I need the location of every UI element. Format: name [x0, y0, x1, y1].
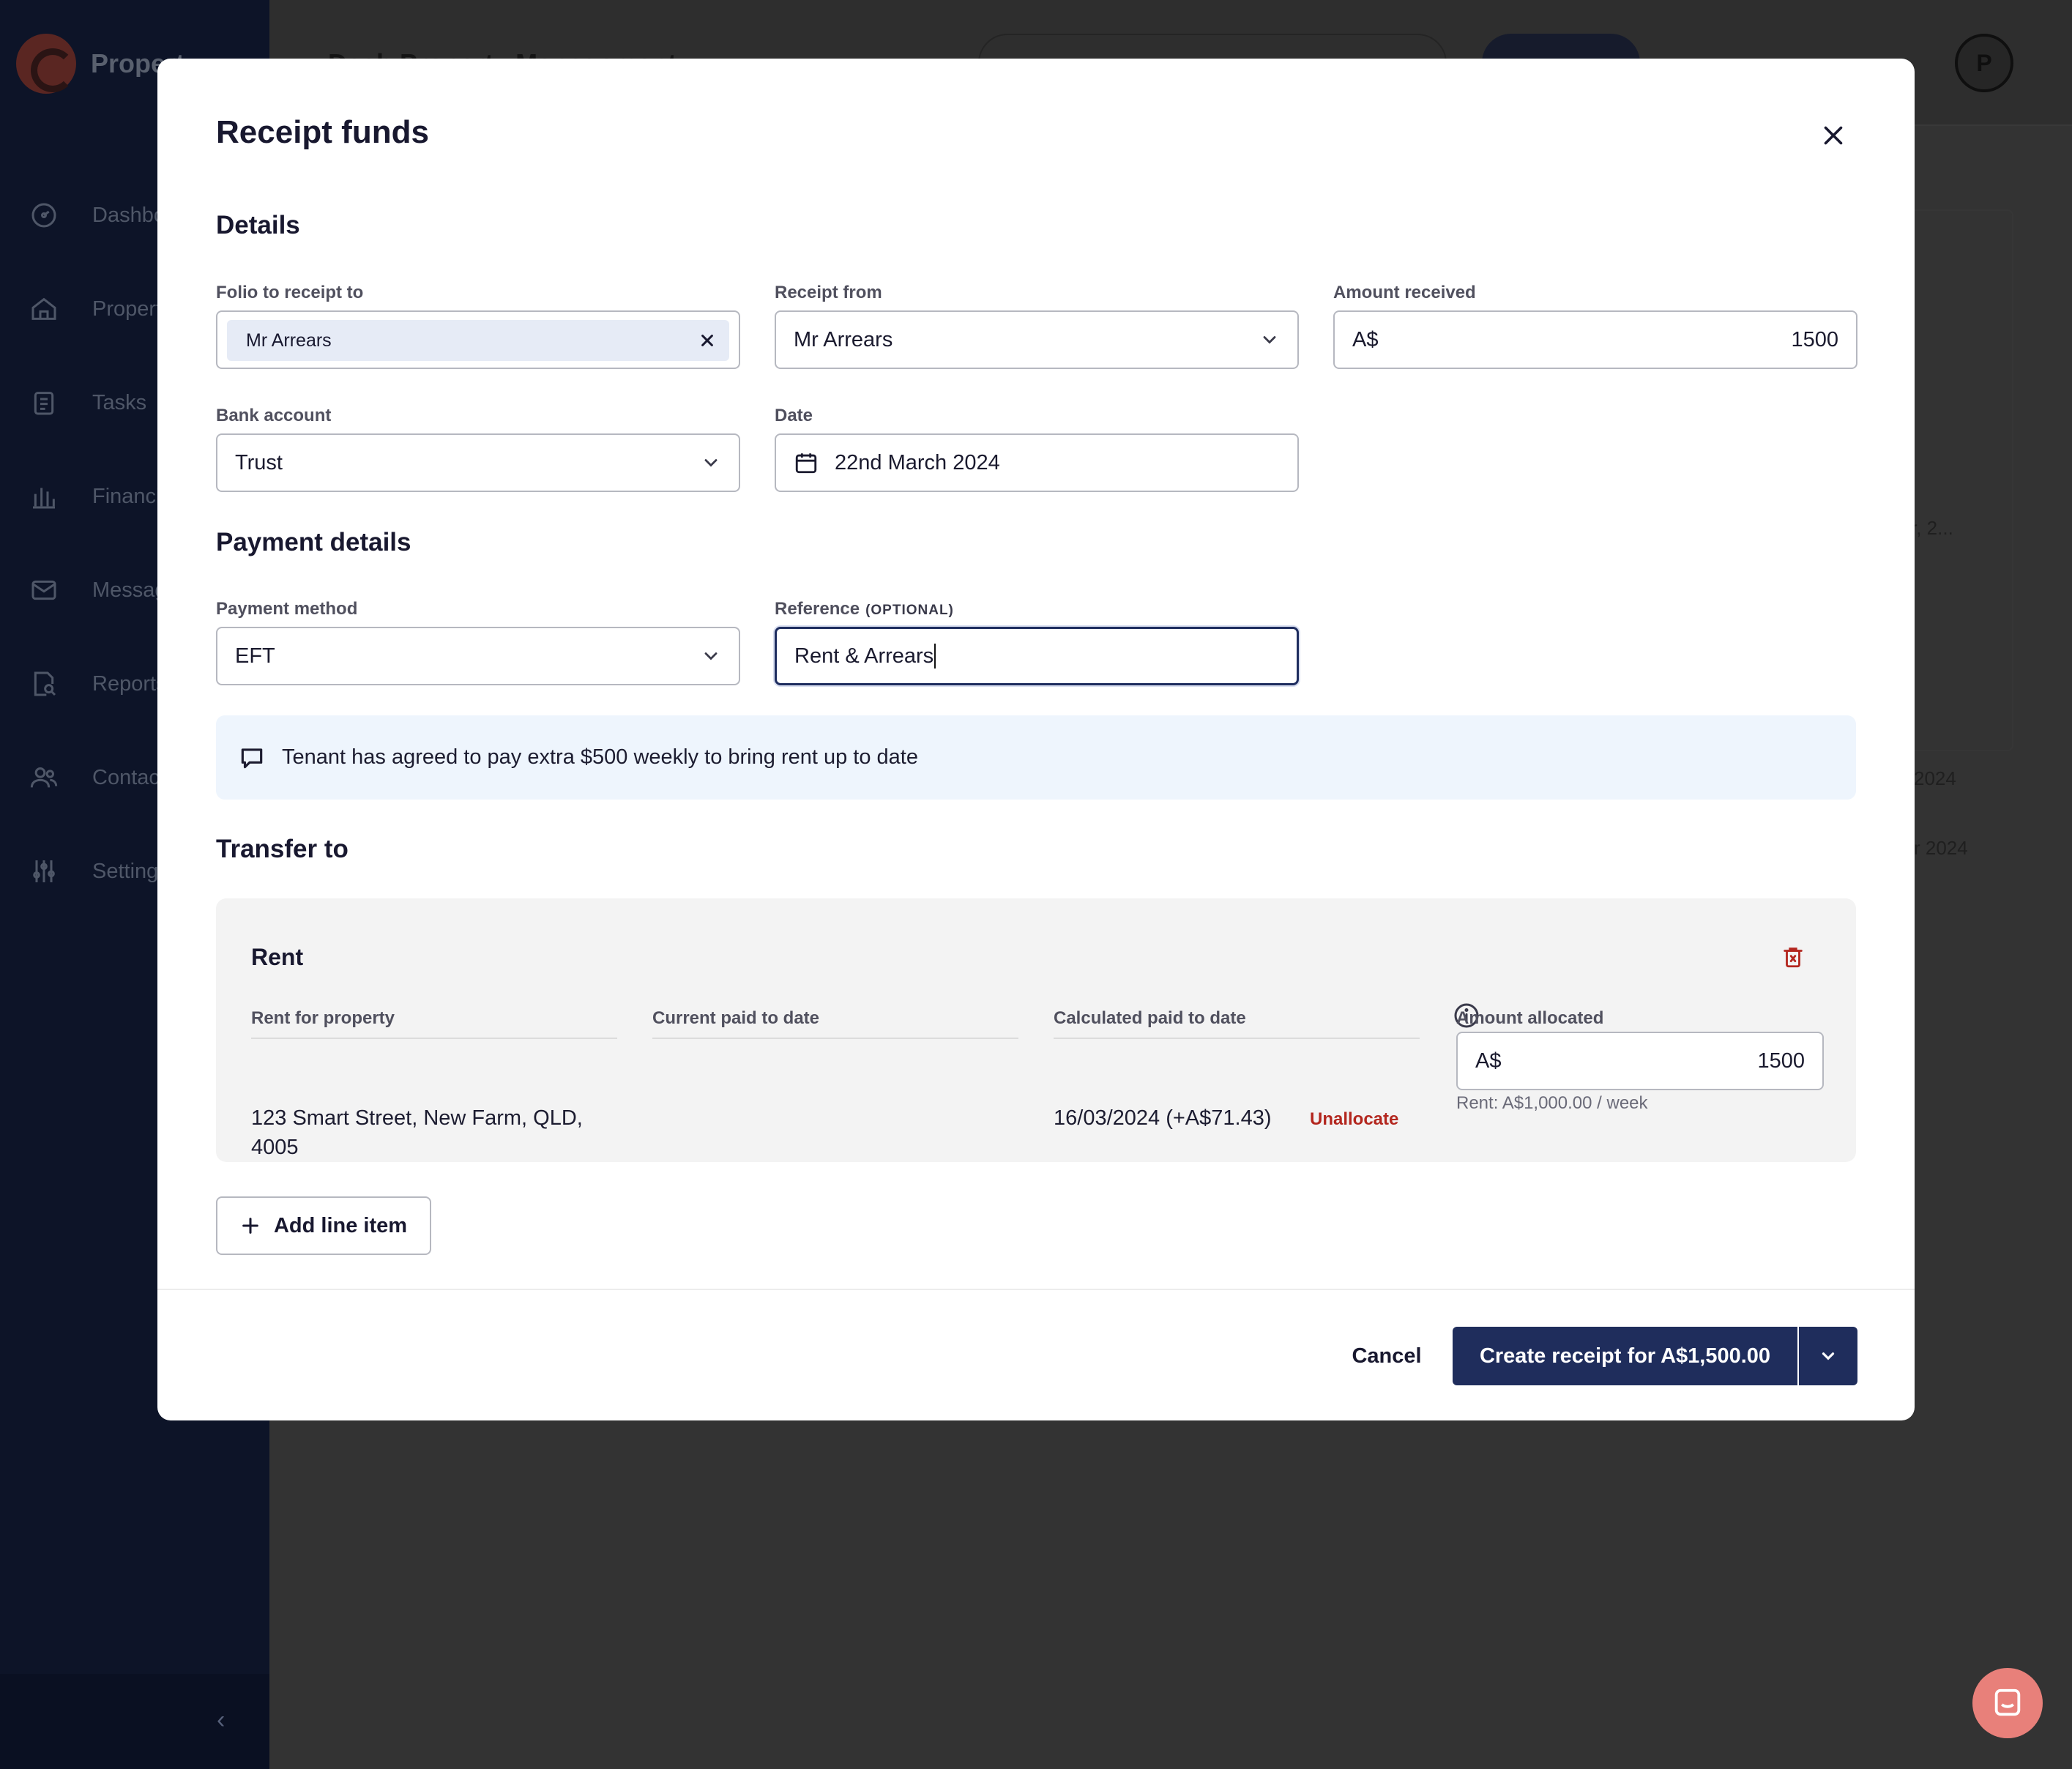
close-button[interactable]	[1815, 117, 1852, 154]
date-picker[interactable]: 22nd March 2024	[775, 433, 1299, 492]
col-calculated-paid: Calculated paid to date	[1054, 1008, 1420, 1039]
line-item-title: Rent	[251, 944, 304, 970]
bank-icon	[33, 488, 55, 509]
receipt-from-label: Receipt from	[775, 283, 882, 302]
rent-helper-text: Rent: A$1,000.00 / week	[1456, 1093, 1648, 1113]
note-text: Tenant has agreed to pay extra $500 week…	[282, 745, 918, 769]
modal-title: Receipt funds	[216, 114, 429, 150]
property-address: 123 Smart Street, New Farm, QLD, 4005	[251, 1106, 583, 1159]
currency-prefix: A$	[1352, 327, 1379, 351]
logo-icon	[16, 34, 76, 94]
payment-method-value: EFT	[235, 644, 275, 668]
bank-account-value: Trust	[235, 450, 283, 474]
currency-prefix: A$	[1475, 1049, 1502, 1073]
avatar[interactable]: P	[1955, 34, 2013, 92]
plus-icon	[242, 1218, 258, 1234]
clipboard-icon	[34, 392, 54, 415]
sliders-icon	[33, 860, 55, 882]
calendar-icon	[795, 453, 817, 474]
amount-allocated-input[interactable]: A$ 1500	[1456, 1032, 1824, 1090]
remove-folio-button[interactable]	[696, 329, 719, 352]
bank-account-label: Bank account	[216, 406, 332, 425]
amount-allocated-value: 1500	[1757, 1049, 1805, 1073]
reference-input[interactable]: Rent & Arrears	[775, 627, 1299, 685]
folio-select[interactable]: Mr Arrears	[216, 310, 740, 369]
create-receipt-button[interactable]: Create receipt for A$1,500.00	[1453, 1327, 1797, 1385]
amount-received-value: 1500	[1791, 327, 1838, 351]
sidebar-item-label: Tasks	[92, 390, 147, 414]
amount-received-label: Amount received	[1333, 283, 1476, 302]
tenant-note: Tenant has agreed to pay extra $500 week…	[216, 715, 1856, 800]
calculated-paid-value: 16/03/2024 (+A$71.43)	[1054, 1106, 1272, 1130]
sidebar-footer	[0, 1674, 269, 1769]
amount-received-input[interactable]: A$ 1500	[1333, 310, 1857, 369]
payment-method-select[interactable]: EFT	[216, 627, 740, 685]
col-rent-for-property: Rent for property	[251, 1008, 617, 1039]
sidebar-item-label: Reports	[92, 671, 167, 696]
delete-line-item-button[interactable]	[1778, 942, 1808, 972]
payment-details-title: Payment details	[216, 528, 411, 556]
chevron-down-icon	[704, 459, 718, 467]
comment-icon	[241, 748, 263, 768]
background-text: r 2024	[1914, 837, 1968, 859]
reference-label: Reference (OPTIONAL)	[775, 599, 954, 619]
date-label: Date	[775, 406, 813, 425]
col-current-paid: Current paid to date	[652, 1008, 1018, 1039]
date-value: 22nd March 2024	[835, 450, 1000, 474]
people-icon	[30, 767, 58, 788]
close-icon	[701, 335, 713, 346]
folio-label: Folio to receipt to	[216, 283, 364, 302]
dashboard-icon	[31, 203, 56, 228]
mail-icon	[31, 580, 56, 600]
trash-icon	[1784, 947, 1803, 968]
add-line-item-label: Add line item	[273, 1213, 408, 1237]
optional-tag: (OPTIONAL)	[865, 603, 954, 618]
create-receipt-options-button[interactable]	[1799, 1327, 1857, 1385]
report-search-icon	[34, 671, 56, 696]
footer-divider	[157, 1289, 1915, 1290]
chevron-left-icon[interactable]: ‹	[217, 1706, 225, 1735]
background-text: r, 2...	[1911, 517, 1953, 539]
receipt-from-select[interactable]: Mr Arrears	[775, 310, 1299, 369]
details-section-title: Details	[216, 211, 300, 239]
payment-method-label: Payment method	[216, 599, 358, 619]
chevron-down-icon	[1822, 1352, 1835, 1360]
chat-icon	[1994, 1688, 2021, 1716]
chevron-down-icon	[1263, 336, 1276, 344]
reference-label-text: Reference	[775, 599, 860, 619]
home-icon	[31, 297, 56, 320]
bank-account-select[interactable]: Trust	[216, 433, 740, 492]
folio-chip-label: Mr Arrears	[246, 329, 332, 351]
background-text: 2024	[1914, 767, 1956, 789]
add-line-item-button[interactable]: Add line item	[216, 1196, 431, 1255]
transfer-to-title: Transfer to	[216, 835, 349, 863]
folio-chip: Mr Arrears	[227, 320, 729, 361]
reference-value: Rent & Arrears	[794, 644, 934, 668]
text-cursor	[934, 644, 936, 669]
receipt-from-value: Mr Arrears	[794, 327, 893, 351]
close-icon	[1824, 126, 1843, 145]
receipt-funds-modal: Receipt funds Details Folio to receipt t…	[157, 59, 1915, 1420]
chat-launcher-button[interactable]	[1972, 1668, 2043, 1738]
rent-line-item: Rent Rent for property Current paid to d…	[216, 898, 1856, 1162]
chevron-down-icon	[704, 652, 718, 660]
unallocate-link[interactable]: Unallocate	[1310, 1109, 1398, 1130]
cancel-button[interactable]: Cancel	[1332, 1327, 1442, 1385]
